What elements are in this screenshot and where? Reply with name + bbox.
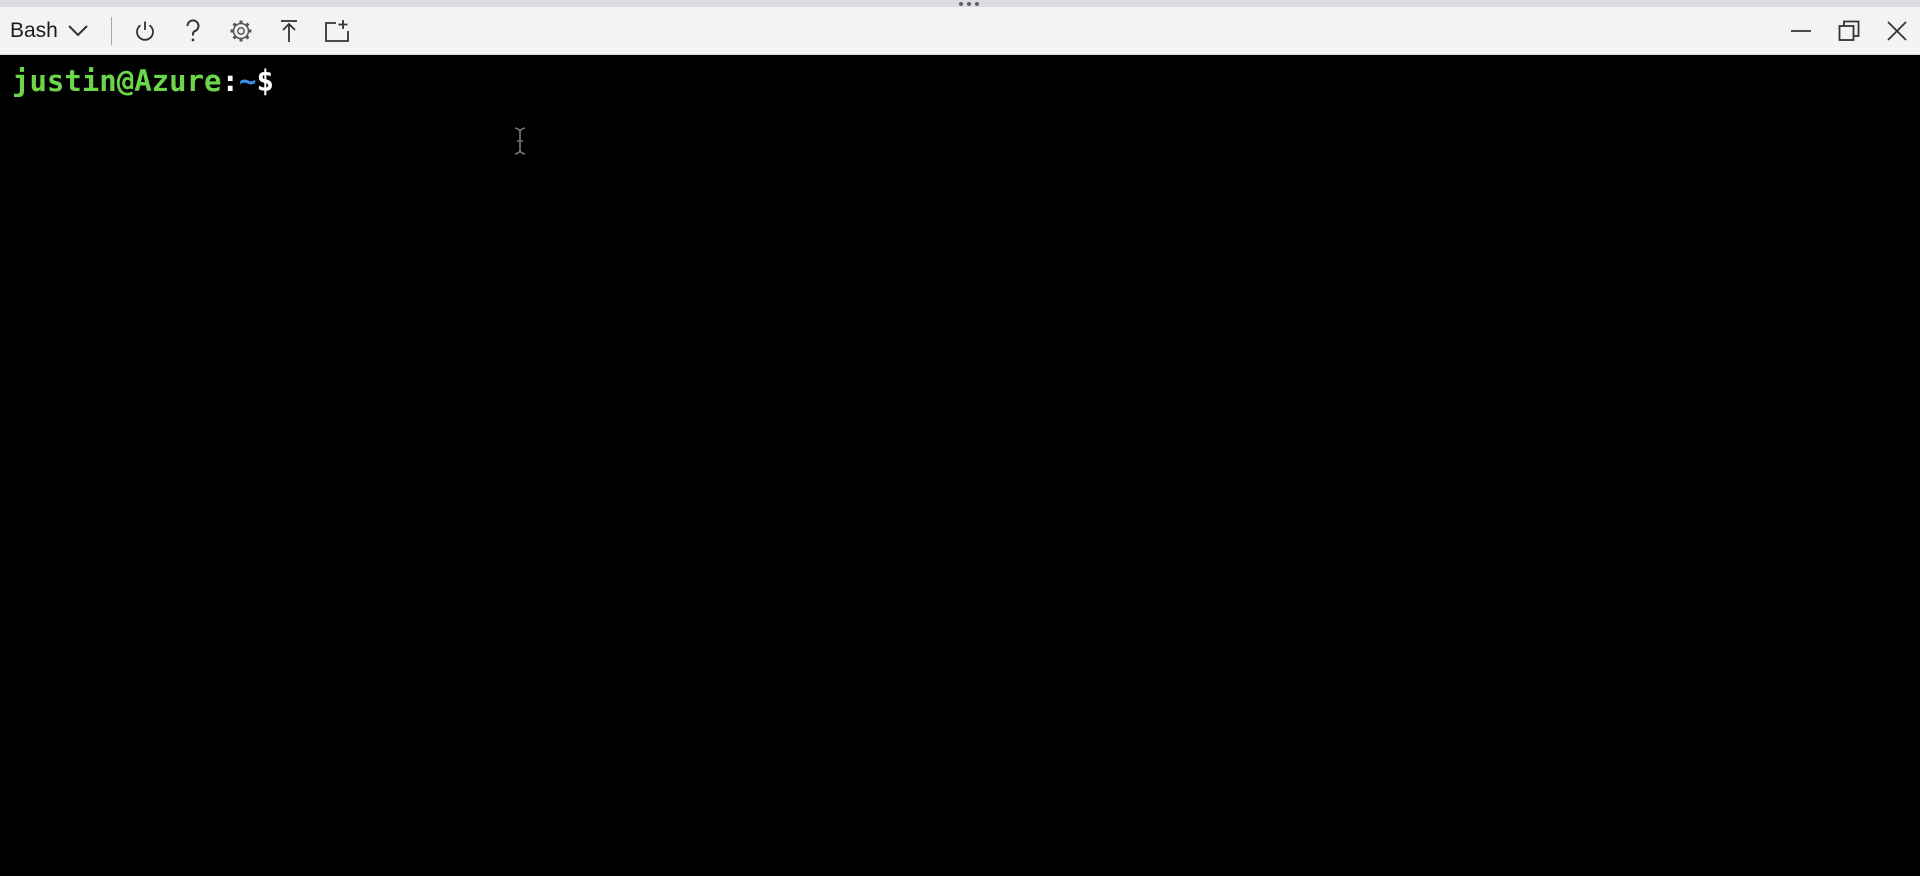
cloud-shell-toolbar: Bash [0, 7, 1920, 55]
minimize-button[interactable] [1784, 15, 1818, 47]
prompt-user-host: justin@Azure [12, 64, 222, 98]
shell-type-select[interactable]: Bash [10, 15, 88, 47]
upload-download-button[interactable] [272, 15, 306, 47]
gear-icon [229, 19, 253, 43]
prompt-separator: : [221, 64, 239, 98]
upload-icon [279, 19, 299, 43]
chevron-down-icon [68, 25, 88, 37]
terminal-area[interactable]: justin@Azure:~$ [0, 55, 1920, 876]
settings-button[interactable] [224, 15, 258, 47]
restart-button[interactable] [128, 15, 162, 47]
restore-icon [1838, 20, 1860, 42]
resize-handle-icon[interactable] [954, 0, 984, 7]
help-icon [184, 19, 202, 43]
panel-resize-bar[interactable] [0, 0, 1920, 7]
toolbar-divider [111, 17, 112, 45]
close-icon [1886, 20, 1908, 42]
power-icon [134, 20, 156, 42]
prompt-symbol: $ [256, 64, 274, 98]
prompt-path: ~ [238, 64, 257, 98]
close-button[interactable] [1880, 15, 1914, 47]
shell-type-label: Bash [10, 19, 58, 42]
open-editor-button[interactable] [320, 15, 354, 47]
text-cursor-icon [513, 126, 527, 161]
restore-button[interactable] [1832, 15, 1866, 47]
minimize-icon [1790, 20, 1812, 42]
open-editor-icon [324, 19, 350, 43]
shell-prompt: justin@Azure:~$ [12, 61, 274, 101]
help-button[interactable] [176, 15, 210, 47]
